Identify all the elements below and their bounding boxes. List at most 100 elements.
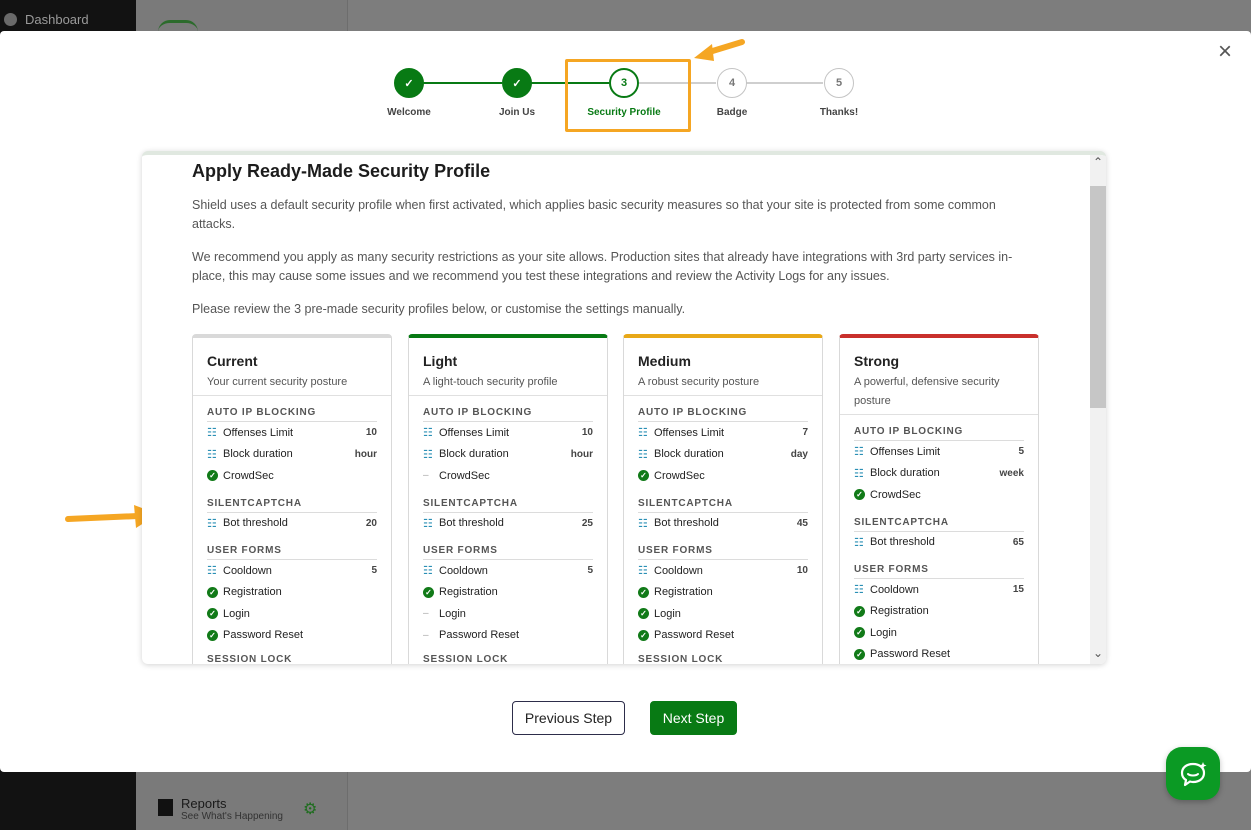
card-title: Medium	[638, 353, 691, 369]
setting-value: 45	[796, 517, 808, 529]
reports-subtitle: See What's Happening	[181, 811, 283, 822]
dash-icon: –	[423, 470, 429, 482]
setting-row: ✓ Registration	[207, 582, 377, 604]
profile-card-strong[interactable]: Strong A powerful, defensive security pos…	[839, 334, 1039, 664]
step-circle: 5	[824, 68, 854, 98]
setting-name: Bot threshold	[654, 517, 719, 530]
section-heading: SILENTCAPTCHA	[854, 506, 1024, 532]
chat-button[interactable]	[1166, 747, 1220, 800]
setting-name: CrowdSec	[654, 469, 705, 482]
step-label: Welcome	[387, 107, 431, 118]
section-heading: AUTO IP BLOCKING	[638, 396, 808, 422]
arrow-annotation-icon	[694, 39, 745, 61]
check-circle-icon: ✓	[638, 586, 649, 598]
setting-row: ☷ Cooldown 10	[638, 560, 808, 582]
setting-name: Login	[439, 607, 466, 620]
setting-value: hour	[570, 448, 593, 460]
section-heading: USER FORMS	[423, 534, 593, 560]
section-heading: SESSION LOCK	[207, 654, 293, 664]
setting-value: 10	[581, 427, 593, 439]
setting-row: ✓ Registration	[638, 582, 808, 604]
reports-title: Reports	[181, 796, 227, 811]
setting-value: 10	[365, 427, 377, 439]
close-icon[interactable]: ×	[1213, 40, 1237, 65]
step-join-us[interactable]: ✓ Join Us	[462, 68, 572, 118]
check-circle-icon: ✓	[854, 627, 865, 639]
profile-card-light[interactable]: Light A light-touch security profile AUTO …	[408, 334, 608, 664]
step-thanks[interactable]: 5 Thanks!	[784, 68, 894, 118]
setting-row: ✓ Password Reset	[854, 644, 1024, 665]
step-badge[interactable]: 4 Badge	[677, 68, 787, 118]
sliders-icon: ☷	[638, 565, 648, 578]
setting-value: 15	[1012, 584, 1024, 596]
card-body: AUTO IP BLOCKING ☷ Offenses Limit 10 ☷ Block …	[409, 396, 607, 664]
setting-name: Login	[654, 607, 681, 620]
setting-row: ☷ Bot threshold 20	[207, 513, 377, 535]
setting-name: CrowdSec	[223, 469, 274, 482]
profile-content-panel[interactable]: Apply Ready-Made Security Profile Shield…	[142, 151, 1106, 664]
sidebar-item-reports[interactable]: Reports See What's Happening	[158, 796, 283, 822]
setting-row: ✓ CrowdSec	[854, 484, 1024, 506]
step-welcome[interactable]: ✓ Welcome	[354, 68, 464, 118]
section-heading: SESSION LOCK	[423, 654, 509, 664]
next-step-button[interactable]: Next Step	[650, 701, 737, 735]
card-header: Strong A powerful, defensive security pos…	[840, 338, 1038, 415]
recommendation-paragraph: We recommend you apply as many security …	[192, 250, 1013, 283]
setting-row: ☷ Offenses Limit 5	[854, 441, 1024, 463]
step-circle: 4	[717, 68, 747, 98]
setting-row: ☷ Cooldown 5	[423, 560, 593, 582]
check-circle-icon: ✓	[423, 586, 434, 598]
setting-name: Cooldown	[654, 564, 703, 577]
step-label: Thanks!	[819, 107, 859, 118]
setting-name: Offenses Limit	[870, 445, 941, 458]
step-label: Join Us	[498, 107, 536, 118]
highlight-box	[565, 59, 691, 132]
setting-value: hour	[354, 448, 377, 460]
setting-row: ☷ Offenses Limit 10	[423, 422, 593, 444]
card-header: Current Your current security posture	[193, 338, 391, 396]
setting-name: Block duration	[223, 448, 293, 461]
setting-name: Offenses Limit	[223, 426, 294, 439]
check-circle-icon: ✓	[854, 605, 865, 617]
setting-row: – Password Reset	[423, 625, 593, 647]
section-heading: AUTO IP BLOCKING	[854, 415, 1024, 441]
sliders-icon: ☷	[638, 448, 648, 461]
card-subtitle: A robust security posture	[638, 376, 760, 388]
setting-row: ✓ Login	[207, 603, 377, 625]
sidebar-item-dashboard[interactable]: Dashboard	[4, 12, 89, 27]
profile-card-current[interactable]: Current Your current security posture AUTO…	[192, 334, 392, 664]
check-circle-icon: ✓	[638, 629, 649, 641]
scrollbar-thumb[interactable]	[1090, 186, 1106, 408]
setting-value: 7	[802, 427, 808, 439]
sliders-icon: ☷	[423, 517, 433, 530]
setting-row: ☷ Bot threshold 45	[638, 513, 808, 535]
setting-value: week	[999, 467, 1024, 479]
setting-name: Offenses Limit	[439, 426, 510, 439]
sliders-icon: ☷	[638, 517, 648, 530]
section-heading: SILENTCAPTCHA	[638, 487, 808, 513]
setting-row: ☷ Offenses Limit 10	[207, 422, 377, 444]
setting-row: ☷ Cooldown 15	[854, 579, 1024, 601]
profile-card-medium[interactable]: Medium A robust security posture AUTO IP B…	[623, 334, 823, 664]
step-circle: ✓	[394, 68, 424, 98]
gear-icon[interactable]: ⚙	[303, 799, 317, 819]
card-body: AUTO IP BLOCKING ☷ Offenses Limit 10 ☷ Block …	[193, 396, 391, 664]
section-heading: SESSION LOCK	[638, 654, 724, 664]
review-paragraph: Please review the 3 pre-made security pr…	[192, 302, 686, 316]
chevron-down-icon[interactable]: ⌄	[1090, 646, 1106, 664]
check-circle-icon: ✓	[207, 470, 218, 482]
check-circle-icon: ✓	[638, 470, 649, 482]
setting-name: Password Reset	[870, 648, 951, 661]
setting-value: 20	[365, 517, 377, 529]
setting-name: Password Reset	[439, 629, 520, 642]
setting-name: Registration	[439, 586, 498, 599]
chevron-up-icon[interactable]: ⌃	[1090, 155, 1106, 173]
setting-name: Cooldown	[870, 583, 919, 596]
sliders-icon: ☷	[854, 584, 864, 597]
section-heading: USER FORMS	[207, 534, 377, 560]
card-header: Medium A robust security posture	[624, 338, 822, 396]
previous-step-button[interactable]: Previous Step	[512, 701, 625, 735]
sliders-icon: ☷	[207, 448, 217, 461]
check-circle-icon: ✓	[207, 629, 218, 641]
scrollbar[interactable]: ⌃ ⌄	[1090, 155, 1106, 664]
